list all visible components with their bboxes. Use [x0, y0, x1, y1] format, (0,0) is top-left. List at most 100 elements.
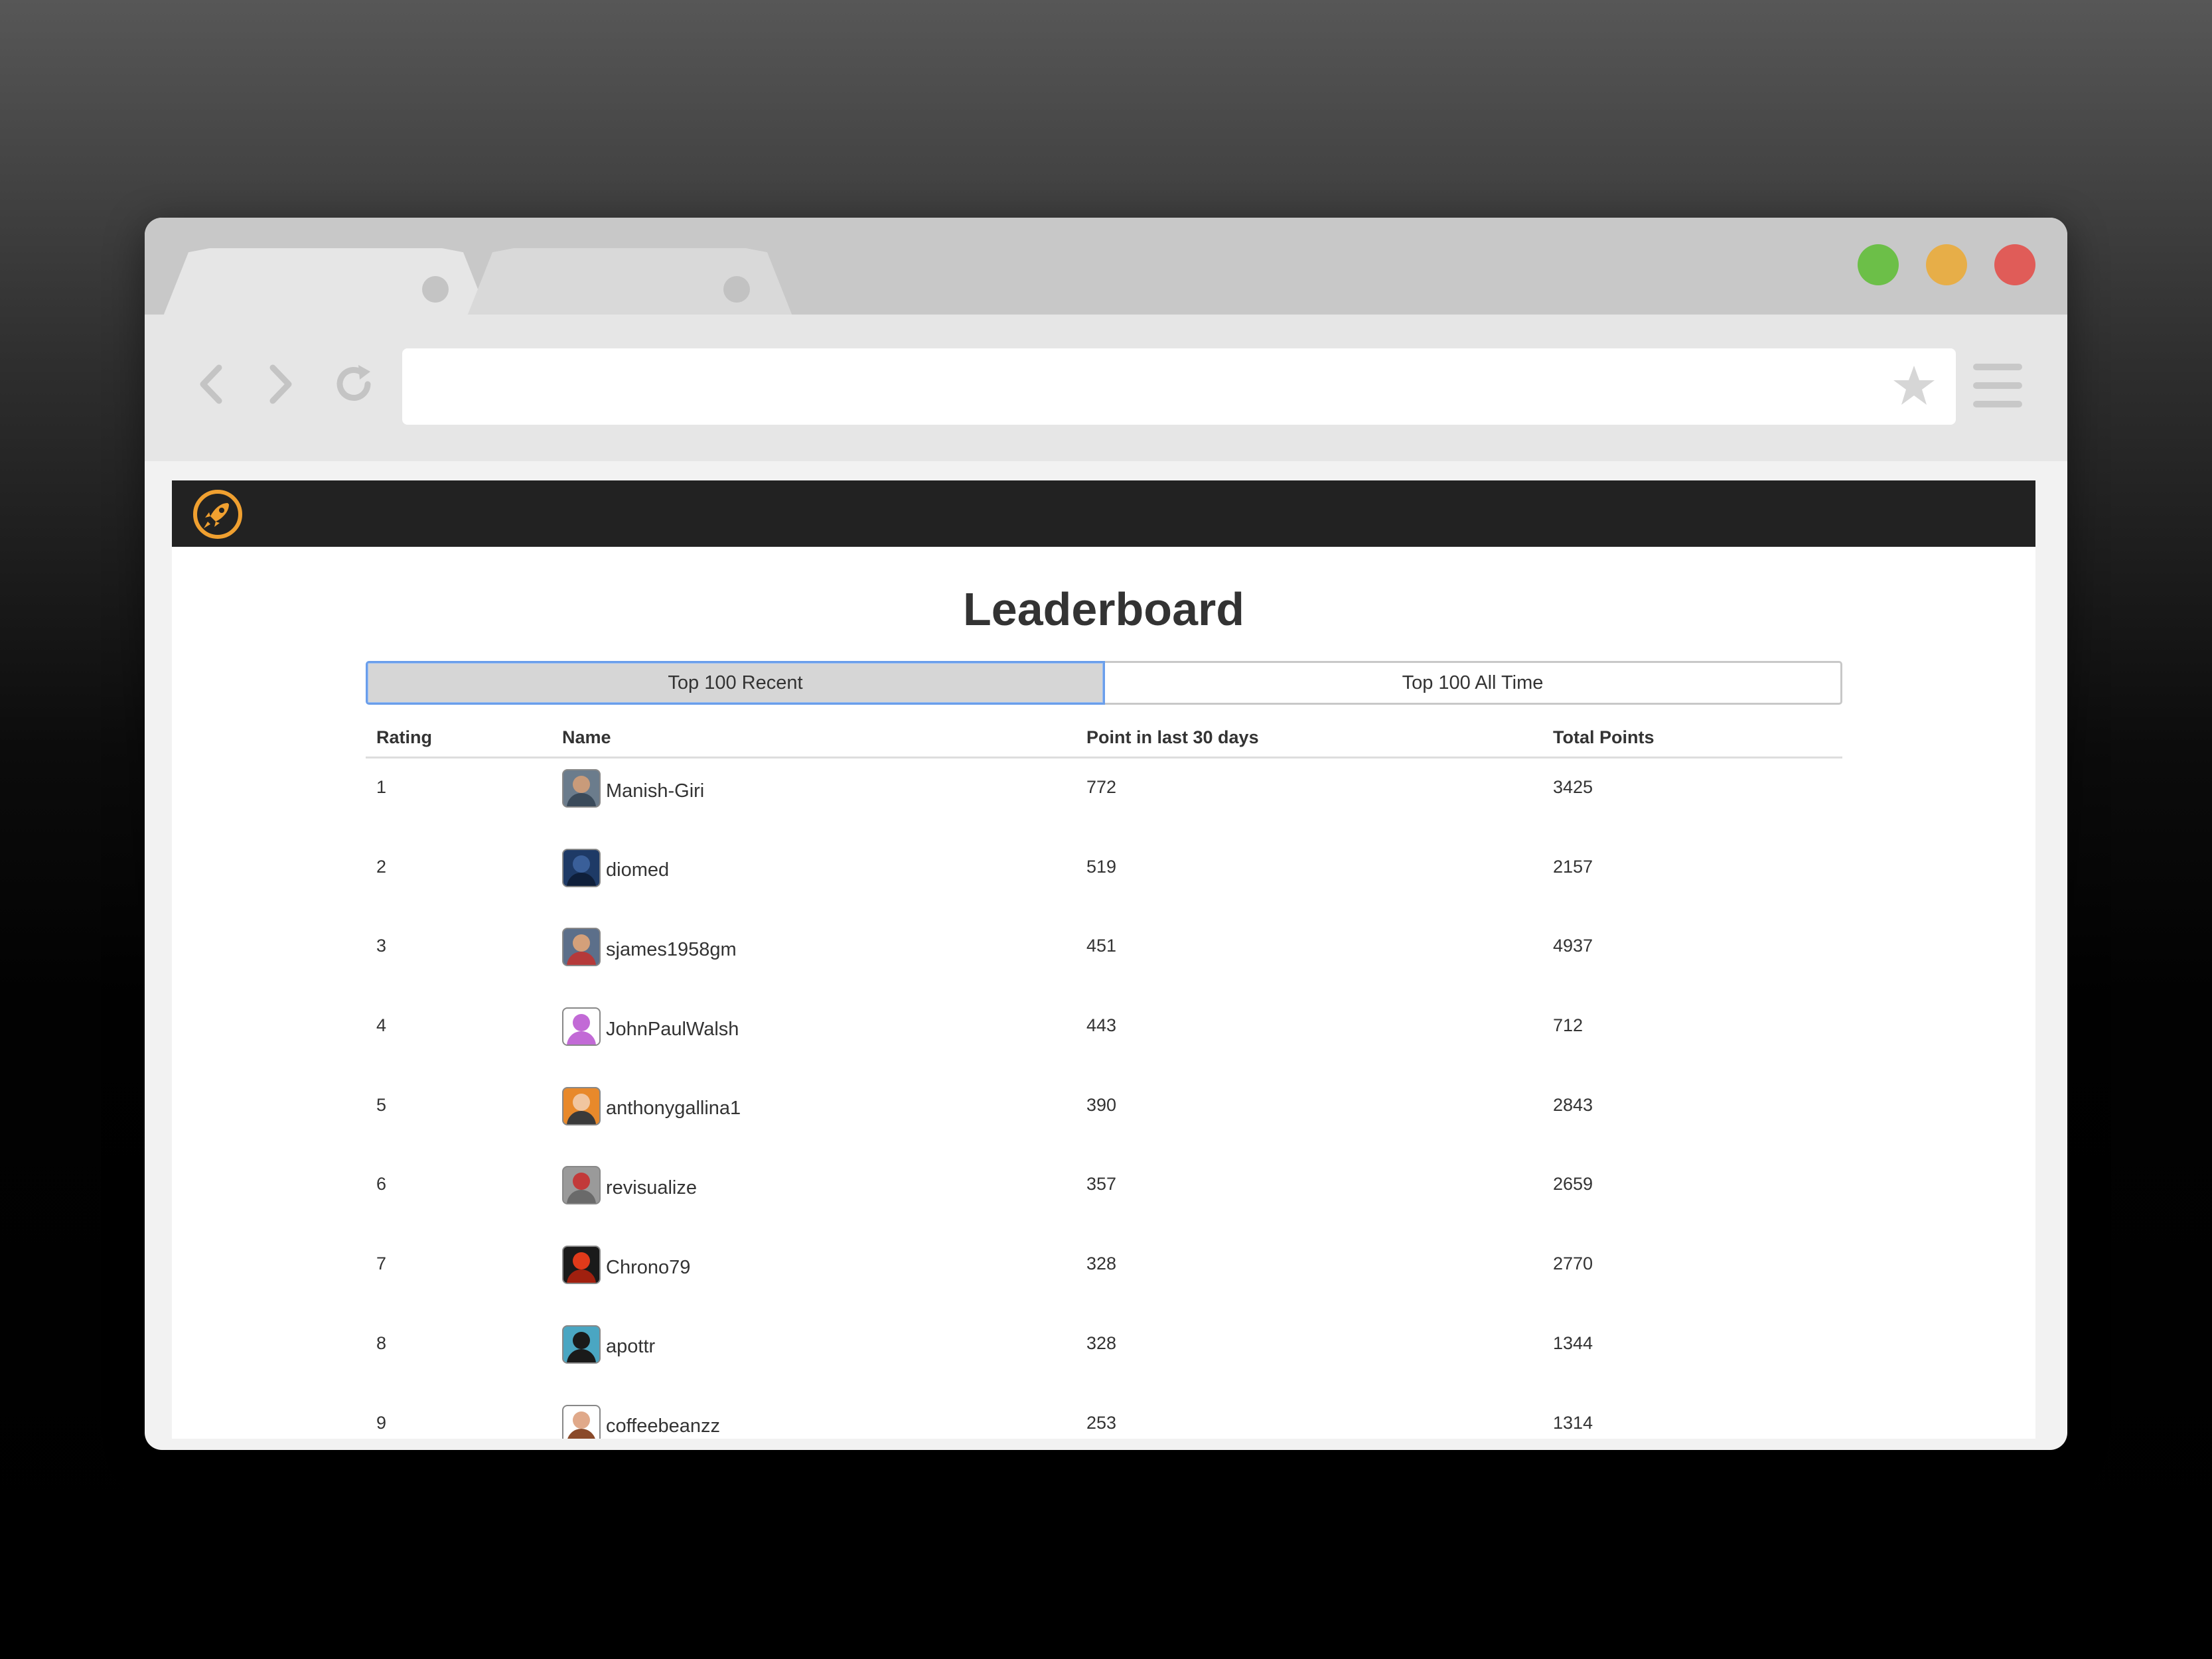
forward-button[interactable]	[254, 360, 303, 409]
tab-top-100-all-time[interactable]: Top 100 All Time	[1105, 661, 1842, 705]
page-viewport: Leaderboard Top 100 Recent Top 100 All T…	[172, 480, 2035, 1439]
tab-close-icon[interactable]	[422, 276, 449, 303]
avatar[interactable]	[562, 928, 601, 967]
browser-window: Leaderboard Top 100 Recent Top 100 All T…	[145, 218, 2067, 1450]
column-header-name[interactable]: Name	[552, 718, 1076, 758]
chevron-right-icon	[269, 364, 292, 404]
table-row: 7 Chrono79 328 2770	[366, 1235, 1842, 1315]
site-navbar	[172, 480, 2035, 547]
rocket-icon[interactable]	[192, 488, 244, 540]
table-row: 4 JohnPaulWalsh 443 712	[366, 997, 1842, 1076]
user-link[interactable]: sjames1958gm	[562, 928, 1076, 967]
table-row: 3 sjames1958gm 451 4937	[366, 917, 1842, 997]
user-link[interactable]: JohnPaulWalsh	[562, 1007, 1076, 1046]
total-points-cell: 2157	[1553, 856, 1593, 877]
user-link[interactable]: apottr	[562, 1325, 1076, 1364]
avatar[interactable]	[562, 1325, 601, 1364]
name-cell: diomed	[552, 838, 1076, 918]
username[interactable]: Manish-Giri	[606, 775, 704, 802]
rating-cell: 2	[376, 856, 387, 877]
address-bar[interactable]	[402, 348, 1956, 425]
recent-points-cell: 451	[1086, 936, 1117, 956]
table-header-row: Rating Name Point in last 30 days Total …	[366, 718, 1842, 758]
reload-button[interactable]	[329, 360, 378, 409]
rating-cell: 1	[376, 777, 387, 797]
tab-top-100-recent[interactable]: Top 100 Recent	[366, 661, 1105, 705]
username[interactable]: Chrono79	[606, 1252, 690, 1279]
total-points-cell: 2843	[1553, 1094, 1593, 1115]
avatar[interactable]	[562, 1007, 601, 1046]
browser-tab-2[interactable]	[467, 248, 792, 316]
total-points-cell: 2770	[1553, 1254, 1593, 1274]
browser-toolbar	[145, 315, 2067, 461]
total-points-cell: 712	[1553, 1015, 1584, 1036]
recent-points-cell: 390	[1086, 1094, 1117, 1115]
recent-points-cell: 519	[1086, 856, 1117, 877]
back-button[interactable]	[188, 360, 238, 409]
leaderboard-table: Rating Name Point in last 30 days Total …	[366, 718, 1842, 1439]
avatar[interactable]	[562, 1246, 601, 1285]
avatar[interactable]	[562, 1086, 601, 1125]
recent-points-cell: 253	[1086, 1412, 1117, 1433]
total-points-cell: 3425	[1553, 777, 1593, 797]
leaderboard-tabs: Top 100 Recent Top 100 All Time	[366, 661, 1842, 705]
user-link[interactable]: anthonygallina1	[562, 1086, 1076, 1125]
recent-points-cell: 443	[1086, 1015, 1117, 1036]
table-row: 2 diomed 519 2157	[366, 838, 1842, 918]
total-points-cell: 4937	[1553, 936, 1593, 956]
username[interactable]: anthonygallina1	[606, 1092, 741, 1119]
recent-points-cell: 328	[1086, 1254, 1117, 1274]
hamburger-menu-icon[interactable]	[1973, 364, 2022, 407]
column-header-recent-points[interactable]: Point in last 30 days	[1076, 718, 1542, 758]
browser-tab-1[interactable]	[163, 248, 488, 316]
tab-close-icon[interactable]	[723, 276, 750, 303]
avatar[interactable]	[562, 848, 601, 887]
rating-cell: 7	[376, 1254, 387, 1274]
maximize-button[interactable]	[1858, 244, 1899, 285]
name-cell: anthonygallina1	[552, 1076, 1076, 1156]
user-link[interactable]: coffeebeanzz	[562, 1404, 1076, 1439]
name-cell: apottr	[552, 1315, 1076, 1394]
rating-cell: 5	[376, 1094, 387, 1115]
name-cell: sjames1958gm	[552, 917, 1076, 997]
column-header-total-points[interactable]: Total Points	[1542, 718, 1842, 758]
page-title: Leaderboard	[963, 583, 1244, 635]
leaderboard-rows: 1 Manish-Giri 772 3425 2 diomed 519 2157…	[366, 758, 1842, 1439]
user-link[interactable]: revisualize	[562, 1166, 1076, 1205]
username[interactable]: revisualize	[606, 1172, 697, 1199]
total-points-cell: 1314	[1553, 1412, 1593, 1433]
user-link[interactable]: diomed	[562, 848, 1076, 887]
total-points-cell: 2659	[1553, 1174, 1593, 1194]
table-row: 9 coffeebeanzz 253 1314	[366, 1394, 1842, 1439]
column-header-rating[interactable]: Rating	[366, 718, 552, 758]
username[interactable]: coffeebeanzz	[606, 1410, 720, 1437]
recent-points-cell: 357	[1086, 1174, 1117, 1194]
username[interactable]: apottr	[606, 1331, 655, 1358]
username[interactable]: diomed	[606, 854, 669, 881]
recent-points-cell: 328	[1086, 1333, 1117, 1353]
table-row: 1 Manish-Giri 772 3425	[366, 758, 1842, 838]
username[interactable]: JohnPaulWalsh	[606, 1013, 739, 1041]
reload-icon	[336, 365, 371, 401]
avatar[interactable]	[562, 1166, 601, 1205]
chevron-left-icon	[200, 364, 222, 404]
user-link[interactable]: Chrono79	[562, 1246, 1076, 1285]
rating-cell: 9	[376, 1412, 387, 1433]
table-row: 6 revisualize 357 2659	[366, 1155, 1842, 1235]
table-row: 8 apottr 328 1344	[366, 1315, 1842, 1394]
avatar[interactable]	[562, 769, 601, 808]
recent-points-cell: 772	[1086, 777, 1117, 797]
avatar[interactable]	[562, 1404, 601, 1439]
star-icon[interactable]	[1891, 363, 1937, 409]
total-points-cell: 1344	[1553, 1333, 1593, 1353]
user-link[interactable]: Manish-Giri	[562, 769, 1076, 808]
minimize-button[interactable]	[1926, 244, 1967, 285]
rating-cell: 6	[376, 1174, 387, 1194]
name-cell: coffeebeanzz	[552, 1394, 1076, 1439]
name-cell: revisualize	[552, 1155, 1076, 1235]
rating-cell: 4	[376, 1015, 387, 1036]
close-window-button[interactable]	[1994, 244, 2035, 285]
name-cell: JohnPaulWalsh	[552, 997, 1076, 1076]
rating-cell: 8	[376, 1333, 387, 1353]
username[interactable]: sjames1958gm	[606, 934, 737, 961]
